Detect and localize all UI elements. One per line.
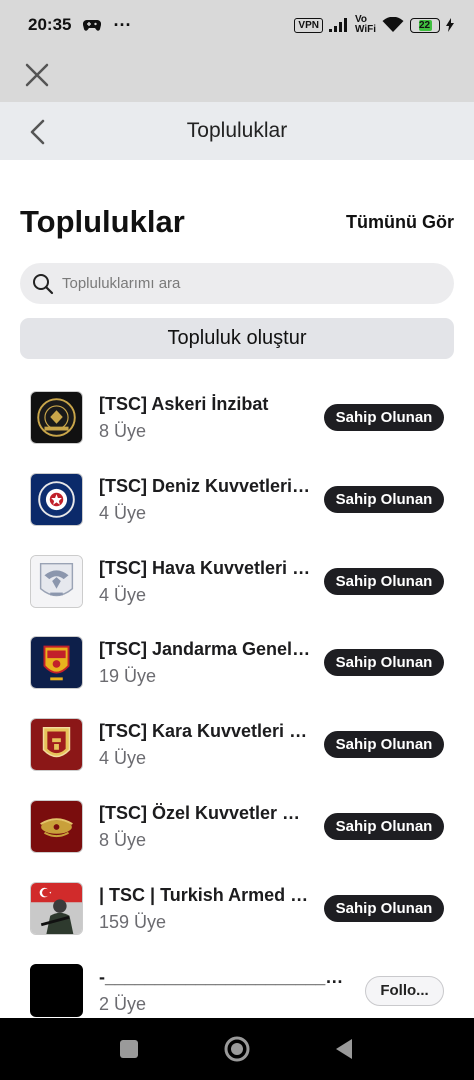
owned-badge: Sahip Olunan <box>324 731 444 759</box>
owned-badge: Sahip Olunan <box>324 894 444 922</box>
member-count: 8 Üye <box>99 829 147 850</box>
section-header: Topluluklar Tümünü Gör <box>20 200 454 244</box>
vowifi-label: Vo WiFi <box>354 14 376 35</box>
battery-level: 22 <box>419 19 431 31</box>
community-name: [TSC] Askeri İnzibat <box>99 394 269 414</box>
soldier-photo <box>30 881 83 935</box>
list-item[interactable]: [TSC] Deniz Kuvvetleri Komutanlığı 4 Üye… <box>0 458 474 540</box>
back-icon[interactable] <box>334 1037 354 1061</box>
community-name: -_________________________ <box>99 966 345 987</box>
battery-icon: 22 <box>410 17 440 33</box>
charging-bolt-icon <box>446 18 454 32</box>
owned-badge: Sahip Olunan <box>324 404 444 431</box>
page-title: Topluluklar <box>20 204 185 239</box>
list-item[interactable]: [TSC] Jandarma Genel Komutanlığı 19 Üye … <box>0 621 474 703</box>
deniz-kuvvetleri-logo <box>30 472 83 526</box>
member-count: 4 Üye <box>99 584 147 605</box>
list-item[interactable]: [TSC] Kara Kuvvetleri Komutanlığı 4 Üye … <box>0 703 474 785</box>
community-name: [TSC] Deniz Kuvvetleri Komutanlığı <box>99 475 311 496</box>
ozel-kuvvetler-logo <box>30 799 83 853</box>
clock: 20:35 <box>28 15 72 34</box>
vpn-badge: VPN <box>294 17 323 33</box>
see-all-link[interactable]: Tümünü Gör <box>346 212 454 233</box>
community-name: [TSC] Jandarma Genel Komutanlığı <box>99 639 311 660</box>
home-icon[interactable] <box>223 1035 251 1063</box>
search-icon <box>33 273 54 294</box>
nav-title: Topluluklar <box>186 119 288 142</box>
recents-icon[interactable] <box>118 1038 140 1060</box>
status-bar: 20:35 ··· VPN Vo WiFi 22 <box>0 0 474 50</box>
list-item[interactable]: [TSC] Askeri İnzibat 8 Üye Sahip Olunan <box>0 376 474 458</box>
list-item[interactable]: | TSC | Turkish Armed Forces 159 Üye Sah… <box>0 867 474 949</box>
close-icon[interactable] <box>24 62 50 88</box>
community-name: | TSC | Turkish Armed Forces <box>99 884 311 905</box>
game-controller-icon <box>83 19 102 31</box>
list-item[interactable]: [TSC] Özel Kuvvetler Komutanlığı 8 Üye S… <box>0 785 474 867</box>
back-arrow-icon[interactable] <box>28 119 48 145</box>
member-count: 8 Üye <box>99 421 147 441</box>
member-count: 4 Üye <box>99 748 147 769</box>
community-name: [TSC] Hava Kuvvetleri Komutanlığı <box>99 557 311 578</box>
navigation-bar: Topluluklar <box>0 102 474 160</box>
hava-kuvvetleri-logo <box>30 554 83 608</box>
jandarma-logo <box>30 636 83 690</box>
askeri-inzibat-logo <box>30 391 83 444</box>
owned-badge: Sahip Olunan <box>324 649 444 677</box>
signal-icon <box>328 18 347 32</box>
more-notifications-icon: ··· <box>113 14 132 35</box>
follow-button[interactable]: Follo... <box>365 975 444 1006</box>
create-community-button[interactable]: Topluluk oluştur <box>20 318 454 359</box>
community-name: [TSC] Özel Kuvvetler Komutanlığı <box>99 802 311 823</box>
search-bar[interactable] <box>20 263 454 304</box>
wifi-icon <box>382 17 404 32</box>
black-square-avatar <box>30 963 83 1017</box>
system-navigation-bar <box>0 1018 474 1080</box>
owned-badge: Sahip Olunan <box>324 485 444 513</box>
community-name: [TSC] Kara Kuvvetleri Komutanlığı <box>99 721 311 742</box>
top-dismiss-bar <box>0 50 474 102</box>
owned-badge: Sahip Olunan <box>324 812 444 840</box>
member-count: 2 Üye <box>99 993 147 1014</box>
member-count: 4 Üye <box>99 502 147 523</box>
owned-badge: Sahip Olunan <box>324 567 444 595</box>
list-item[interactable]: [TSC] Hava Kuvvetleri Komutanlığı 4 Üye … <box>0 540 474 622</box>
kara-kuvvetleri-logo <box>30 718 83 772</box>
member-count: 159 Üye <box>99 911 167 932</box>
member-count: 19 Üye <box>99 666 157 687</box>
search-input[interactable] <box>62 275 422 292</box>
community-list: [TSC] Askeri İnzibat 8 Üye Sahip Olunan … <box>0 376 474 1030</box>
